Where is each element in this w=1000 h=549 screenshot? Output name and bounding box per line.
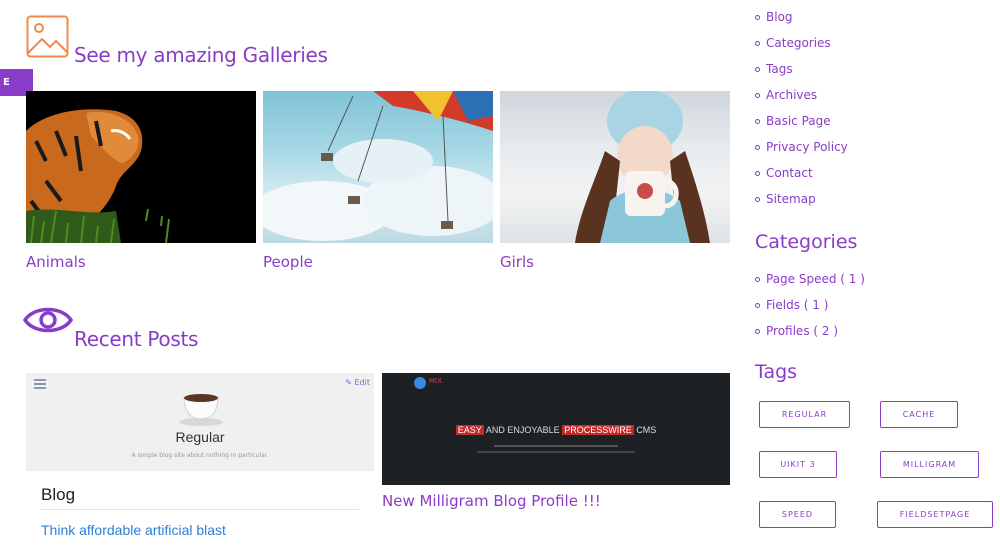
- tag-cache[interactable]: CACHE: [880, 401, 958, 428]
- sidebar-item-basic-page[interactable]: Basic Page: [755, 108, 848, 134]
- recent-posts-title: Recent Posts: [74, 327, 199, 351]
- bullet-icon: [755, 92, 760, 98]
- tag-speed[interactable]: SPEED: [759, 501, 836, 528]
- category-label: Fields ( 1 ): [766, 298, 829, 312]
- post-blog-heading: Blog: [41, 485, 76, 504]
- sidebar-item-label: Basic Page: [766, 114, 831, 128]
- sidebar-item-label: Contact: [766, 166, 813, 180]
- sidebar-item-label: Blog: [766, 10, 793, 24]
- hamburger-icon: [34, 379, 46, 389]
- sidebar-item-label: Sitemap: [766, 192, 816, 206]
- tag-fieldsetpage[interactable]: FIELDSETPAGE: [877, 501, 993, 528]
- post2-headline: EASY AND ENJOYABLE PROCESSWIRE CMS: [382, 425, 730, 435]
- post-site-tagline: A simple blog site about nothing in part…: [131, 452, 269, 459]
- gallery-girls-label[interactable]: Girls: [500, 253, 534, 271]
- sidebar-item-label: Archives: [766, 88, 818, 102]
- post-regular-thumbnail[interactable]: ✎ Edit Regular A simple blog site about …: [26, 373, 374, 549]
- post-article-link[interactable]: Think affordable artificial blast: [41, 522, 226, 538]
- post-edit-label: Edit: [354, 378, 371, 387]
- gallery-people-image[interactable]: [263, 91, 493, 243]
- menu-circle-icon: [414, 377, 426, 389]
- bullet-icon: [755, 276, 760, 282]
- bullet-icon: [755, 144, 760, 150]
- bullet-icon: [755, 118, 760, 124]
- post-edit-link[interactable]: ✎ Edit: [345, 378, 370, 387]
- tiger-picture: [26, 91, 256, 243]
- bullet-icon: [755, 14, 760, 20]
- edit-tab-label: E: [3, 77, 10, 88]
- gallery-animals-image[interactable]: [26, 91, 256, 243]
- sidebar-item-label: Categories: [766, 36, 831, 50]
- bullet-icon: [755, 196, 760, 202]
- bullet-icon: [755, 302, 760, 308]
- gallery-people-label[interactable]: People: [263, 253, 313, 271]
- sidebar-item-blog[interactable]: Blog: [755, 4, 848, 30]
- post-milligram-caption[interactable]: New Milligram Blog Profile !!!: [382, 492, 601, 510]
- sidebar-item-contact[interactable]: Contact: [755, 160, 848, 186]
- category-label: Page Speed ( 1 ): [766, 272, 865, 286]
- tag-regular[interactable]: REGULAR: [759, 401, 850, 428]
- sidebar-item-archives[interactable]: Archives: [755, 82, 848, 108]
- image-icon: [26, 15, 69, 58]
- sidebar-item-categories[interactable]: Categories: [755, 30, 848, 56]
- bullet-icon: [755, 40, 760, 46]
- bullet-icon: [755, 170, 760, 176]
- category-label: Profiles ( 2 ): [766, 324, 839, 338]
- headline-cms: CMS: [636, 425, 657, 435]
- categories-list: Page Speed ( 1 ) Fields ( 1 ) Profiles (…: [755, 266, 865, 344]
- headline-enjoyable: AND ENJOYABLE: [485, 425, 560, 435]
- sidebar-nav: Blog Categories Tags Archives Basic Page…: [755, 4, 848, 212]
- tag-uikit-3[interactable]: UIKIT 3: [759, 451, 837, 478]
- category-fields[interactable]: Fields ( 1 ): [755, 292, 865, 318]
- headline-easy: EASY: [455, 425, 484, 435]
- girl-picture: [575, 91, 710, 243]
- bullet-icon: [755, 328, 760, 334]
- bullet-icon: [755, 66, 760, 72]
- main-content: E See my amazing Galleries Animals Peopl…: [0, 0, 740, 549]
- sidebar-item-privacy-policy[interactable]: Privacy Policy: [755, 134, 848, 160]
- category-profiles[interactable]: Profiles ( 2 ): [755, 318, 865, 344]
- sidebar-item-sitemap[interactable]: Sitemap: [755, 186, 848, 212]
- sidebar-item-tags[interactable]: Tags: [755, 56, 848, 82]
- gallery-girls-image[interactable]: [500, 91, 730, 243]
- sidebar-item-label: Privacy Policy: [766, 140, 848, 154]
- galleries-title: See my amazing Galleries: [74, 43, 328, 67]
- tag-milligram[interactable]: MILLIGRAM: [880, 451, 979, 478]
- headline-processwire: PROCESSWIRE: [562, 425, 634, 435]
- sidebar-item-label: Tags: [766, 62, 793, 76]
- categories-heading: Categories: [755, 231, 858, 253]
- eye-icon: [22, 307, 74, 333]
- gallery-animals-label[interactable]: Animals: [26, 253, 86, 271]
- sidebar: Blog Categories Tags Archives Basic Page…: [755, 0, 1000, 549]
- post2-brand: MIX: [429, 377, 442, 385]
- swing-ride-picture: [263, 91, 493, 241]
- tags-heading: Tags: [755, 361, 798, 383]
- coffee-cup-icon: [179, 394, 223, 426]
- post-milligram-thumbnail[interactable]: MIX EASY AND ENJOYABLE PROCESSWIRE CMS: [382, 373, 730, 485]
- category-page-speed[interactable]: Page Speed ( 1 ): [755, 266, 865, 292]
- post-site-title: Regular: [175, 429, 225, 445]
